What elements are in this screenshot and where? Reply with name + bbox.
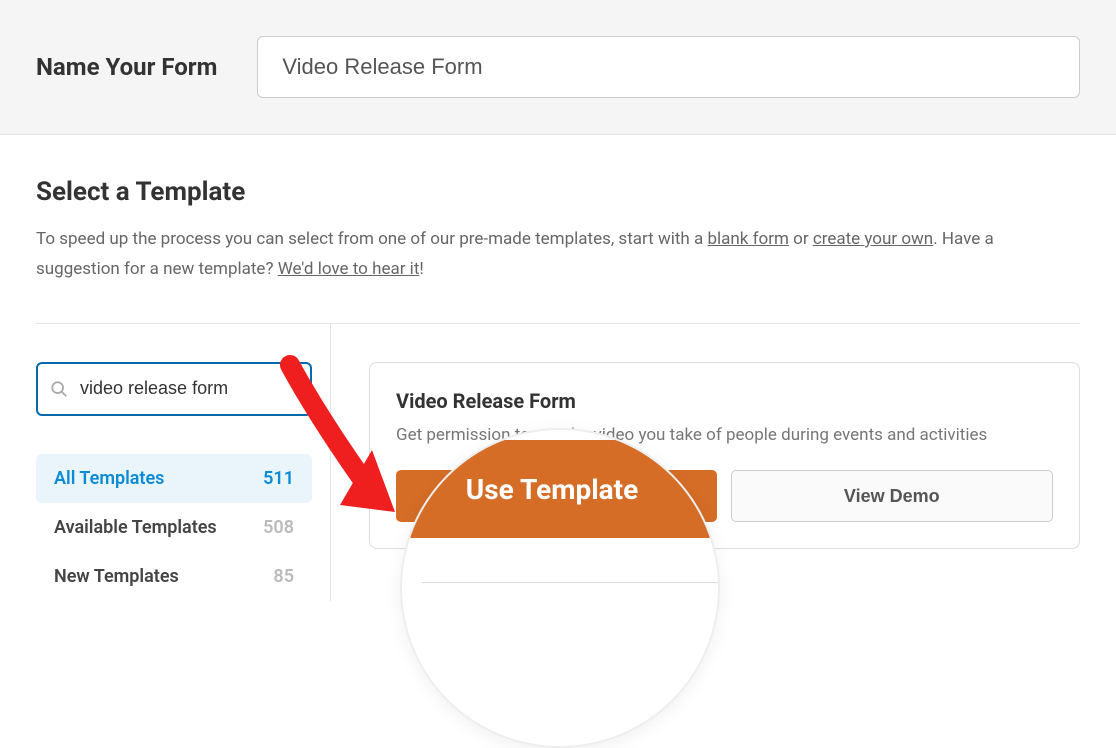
category-new-templates[interactable]: New Templates 85 — [36, 552, 312, 601]
category-label: Available Templates — [54, 517, 217, 538]
name-form-bar: Name Your Form — [0, 0, 1116, 135]
use-template-button[interactable]: Use Template — [396, 470, 717, 522]
template-search-input[interactable] — [36, 362, 312, 416]
form-name-input[interactable] — [257, 36, 1080, 98]
template-card: Video Release Form Get permission to use… — [369, 362, 1080, 550]
category-label: New Templates — [54, 566, 179, 587]
category-count: 508 — [263, 517, 294, 538]
template-card-title: Video Release Form — [396, 389, 1053, 413]
template-card-description: Get permission to use the video you take… — [396, 423, 1053, 449]
category-label: All Templates — [54, 468, 164, 489]
template-category-list: All Templates 511 Available Templates 50… — [36, 454, 312, 601]
select-template-heading: Select a Template — [36, 177, 1080, 207]
template-sidebar: All Templates 511 Available Templates 50… — [36, 323, 331, 601]
feedback-link[interactable]: We'd love to hear it — [278, 259, 420, 279]
name-form-label: Name Your Form — [36, 53, 217, 81]
template-results: Video Release Form Get permission to use… — [331, 323, 1080, 601]
category-all-templates[interactable]: All Templates 511 — [36, 454, 312, 503]
search-icon — [50, 380, 68, 398]
template-search-wrap — [36, 362, 312, 416]
category-count: 511 — [263, 468, 294, 489]
select-template-description: To speed up the process you can select f… — [36, 225, 1080, 285]
category-available-templates[interactable]: Available Templates 508 — [36, 503, 312, 552]
category-count: 85 — [273, 566, 294, 587]
view-demo-button[interactable]: View Demo — [731, 470, 1054, 522]
blank-form-link[interactable]: blank form — [707, 229, 788, 249]
create-own-link[interactable]: create your own — [813, 229, 933, 249]
